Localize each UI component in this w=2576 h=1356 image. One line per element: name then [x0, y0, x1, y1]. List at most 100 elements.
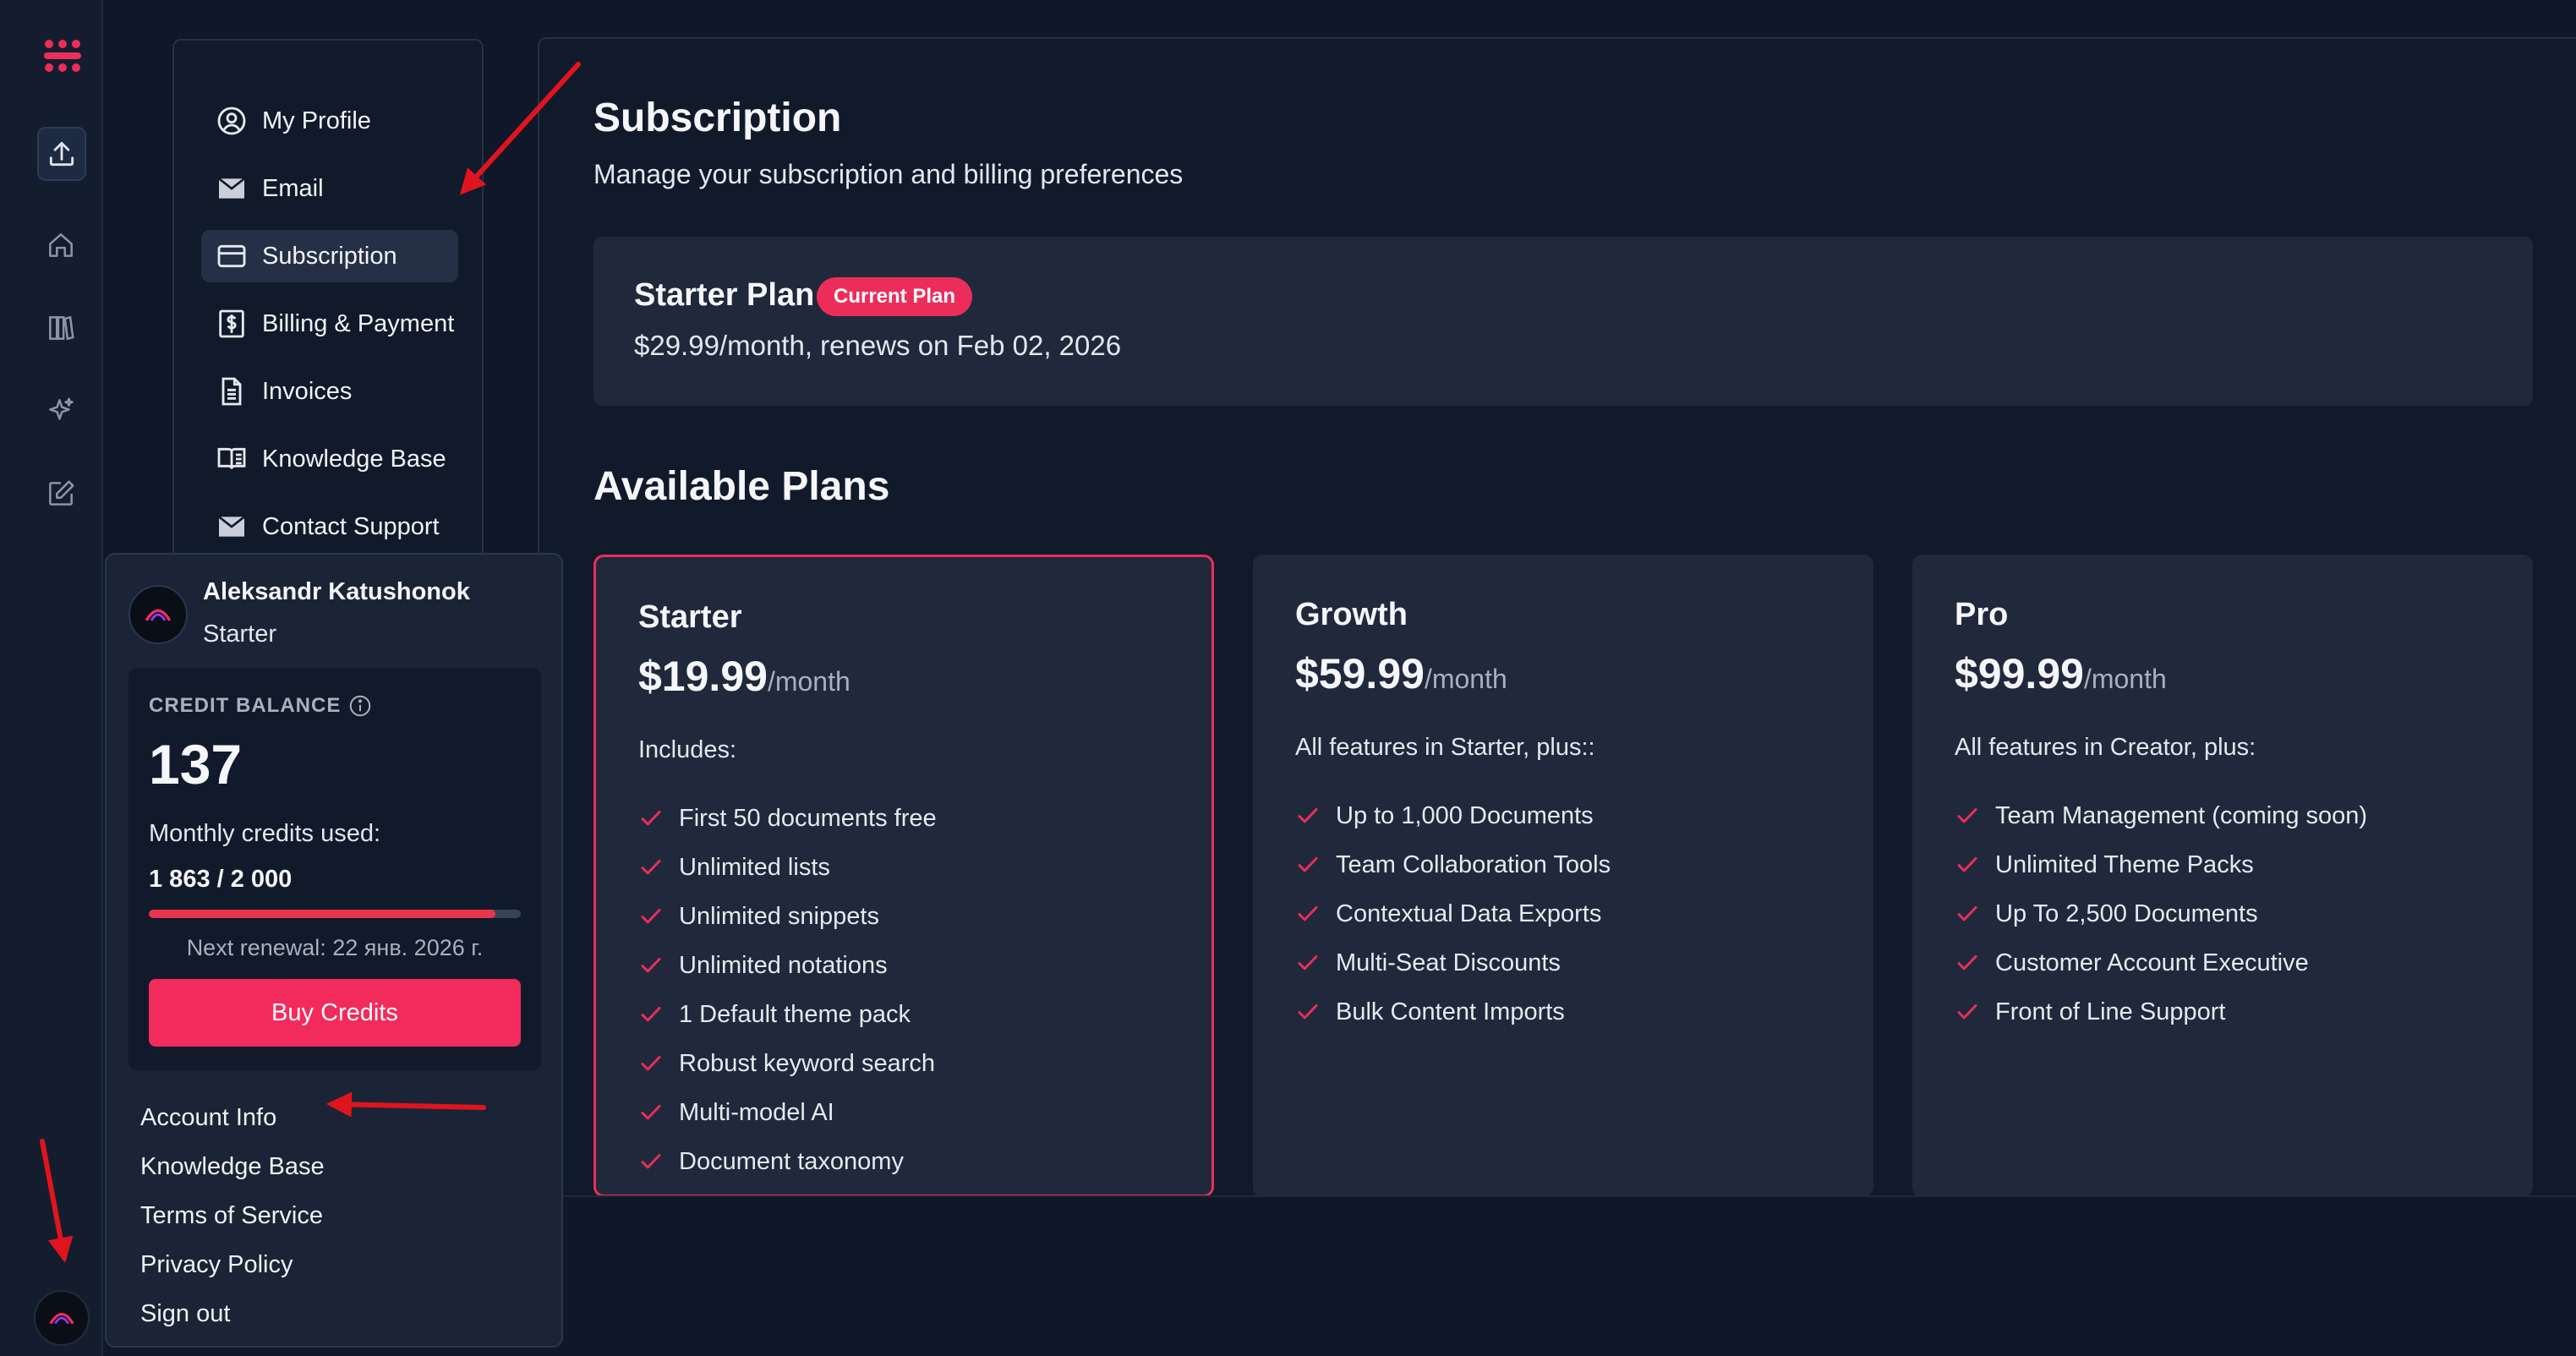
feature-list: Up to 1,000 Documents Team Collaboration … — [1295, 791, 1611, 1036]
nav-item-email[interactable]: Email — [201, 162, 458, 215]
feature-text: 1 Default theme pack — [679, 1000, 911, 1028]
feature-item: Unlimited lists — [638, 843, 937, 892]
credit-balance-label: CREDIT BALANCE — [149, 693, 373, 719]
feature-item: Team Management (coming soon) — [1955, 791, 2367, 840]
feature-item: First 50 documents free — [638, 794, 937, 843]
credits-used-label: Monthly credits used: — [149, 820, 381, 847]
check-icon — [1957, 808, 1977, 823]
feature-item: Front of Line Support — [1955, 987, 2367, 1036]
check-icon — [1298, 808, 1318, 823]
plan-name: Pro — [1955, 597, 2009, 632]
nav-item-invoices[interactable]: Invoices — [201, 365, 458, 418]
sparkle-icon — [49, 397, 74, 420]
current-plan-name: Starter Plan — [634, 277, 815, 313]
price-amount: $99.99 — [1955, 650, 2084, 697]
check-icon — [1957, 906, 1977, 921]
nav-item-contact-support[interactable]: Contact Support — [201, 500, 458, 553]
nav-label: Subscription — [262, 242, 397, 270]
app-logo-icon[interactable] — [41, 36, 85, 76]
account-info-link[interactable]: Account Info — [140, 1104, 276, 1132]
account-popover: Aleksandr Katushonok Starter CREDIT BALA… — [105, 553, 563, 1348]
credit-label-text: CREDIT BALANCE — [149, 694, 342, 717]
plan-intro: All features in Creator, plus: — [1955, 734, 2256, 761]
privacy-policy-link[interactable]: Privacy Policy — [140, 1251, 293, 1279]
page-subtitle: Manage your subscription and billing pre… — [593, 159, 1184, 189]
check-icon — [641, 1007, 661, 1022]
terms-of-service-link[interactable]: Terms of Service — [140, 1202, 323, 1230]
plan-card-pro[interactable]: Pro $99.99/month All features in Creator… — [1912, 555, 2533, 1197]
plan-price: $99.99/month — [1955, 649, 2167, 698]
feature-text: Bulk Content Imports — [1336, 998, 1565, 1025]
nav-item-my-profile[interactable]: My Profile — [201, 95, 458, 147]
feature-item: Up to 1,000 Documents — [1295, 791, 1611, 840]
check-icon — [1957, 857, 1977, 872]
check-icon — [641, 1056, 661, 1071]
next-renewal: Next renewal: 22 янв. 2026 г. — [186, 935, 484, 960]
feature-list: First 50 documents free Unlimited lists Un… — [638, 794, 937, 1186]
feature-item: Unlimited snippets — [638, 892, 937, 941]
credits-progress-fill — [149, 910, 495, 918]
check-icon — [641, 958, 661, 973]
feature-item: Team Collaboration Tools — [1295, 840, 1611, 889]
nav-label: Contact Support — [262, 512, 440, 540]
feature-item: Multi-model AI — [638, 1088, 937, 1137]
nav-label: Knowledge Base — [262, 445, 446, 473]
settings-nav: My Profile Email Subscription Billing & … — [172, 39, 484, 563]
check-icon — [1298, 1004, 1318, 1020]
feature-text: Unlimited snippets — [679, 902, 879, 930]
credits-progress-bar — [149, 910, 521, 918]
feature-item: Robust keyword search — [638, 1039, 937, 1088]
nav-item-billing[interactable]: Billing & Payment — [201, 298, 458, 350]
feature-text: Unlimited notations — [679, 951, 888, 979]
feature-text: Up to 1,000 Documents — [1336, 801, 1594, 829]
plan-price: $19.99/month — [638, 652, 850, 701]
avatar — [129, 585, 188, 644]
price-period: /month — [767, 666, 850, 697]
check-icon — [1957, 955, 1977, 971]
info-icon[interactable] — [347, 693, 373, 719]
user-plan: Starter — [203, 621, 277, 648]
mail-icon — [213, 508, 250, 545]
avatar-icon — [145, 609, 172, 621]
plan-card-starter[interactable]: Starter $19.99/month Includes: First 50 … — [593, 555, 1214, 1197]
edit-button[interactable] — [37, 470, 85, 517]
feature-text: Team Collaboration Tools — [1336, 850, 1611, 878]
feature-text: Up To 2,500 Documents — [1995, 899, 2258, 927]
mail-icon — [213, 170, 250, 207]
knowledge-base-link[interactable]: Knowledge Base — [140, 1153, 325, 1181]
document-icon — [213, 373, 250, 410]
plan-name: Growth — [1295, 597, 1408, 632]
sign-out-link[interactable]: Sign out — [140, 1300, 230, 1328]
plan-card-growth[interactable]: Growth $59.99/month All features in Star… — [1253, 555, 1873, 1197]
upload-button[interactable] — [37, 127, 86, 181]
avatar-icon — [49, 1312, 74, 1325]
left-rail — [0, 0, 103, 1356]
credit-card-icon — [213, 238, 250, 275]
price-period: /month — [1424, 664, 1507, 694]
library-button[interactable] — [37, 304, 85, 352]
ai-button[interactable] — [37, 387, 85, 435]
nav-label: My Profile — [262, 107, 371, 134]
nav-label: Invoices — [262, 377, 353, 405]
check-icon — [1957, 1004, 1977, 1020]
feature-item: Unlimited notations — [638, 941, 937, 990]
credit-balance-box: CREDIT BALANCE 137 Monthly credits used:… — [129, 668, 541, 1070]
nav-label: Billing & Payment — [262, 309, 455, 337]
upload-icon — [49, 141, 74, 167]
nav-item-knowledge-base[interactable]: Knowledge Base — [201, 433, 458, 485]
nav-item-subscription[interactable]: Subscription — [201, 230, 458, 282]
plan-name: Starter — [638, 599, 742, 635]
feature-item: 1 Default theme pack — [638, 990, 937, 1039]
home-icon — [49, 233, 73, 257]
home-button[interactable] — [37, 221, 85, 269]
feature-item: Unlimited Theme Packs — [1955, 840, 2367, 889]
check-icon — [641, 811, 661, 826]
feature-text: Multi-Seat Discounts — [1336, 949, 1561, 976]
feature-item: Contextual Data Exports — [1295, 889, 1611, 938]
user-avatar[interactable] — [34, 1290, 90, 1346]
feature-item: Up To 2,500 Documents — [1955, 889, 2367, 938]
price-period: /month — [2083, 664, 2167, 694]
feature-text: Front of Line Support — [1995, 998, 2226, 1025]
library-icon — [49, 315, 74, 341]
buy-credits-button[interactable]: Buy Credits — [149, 979, 521, 1047]
